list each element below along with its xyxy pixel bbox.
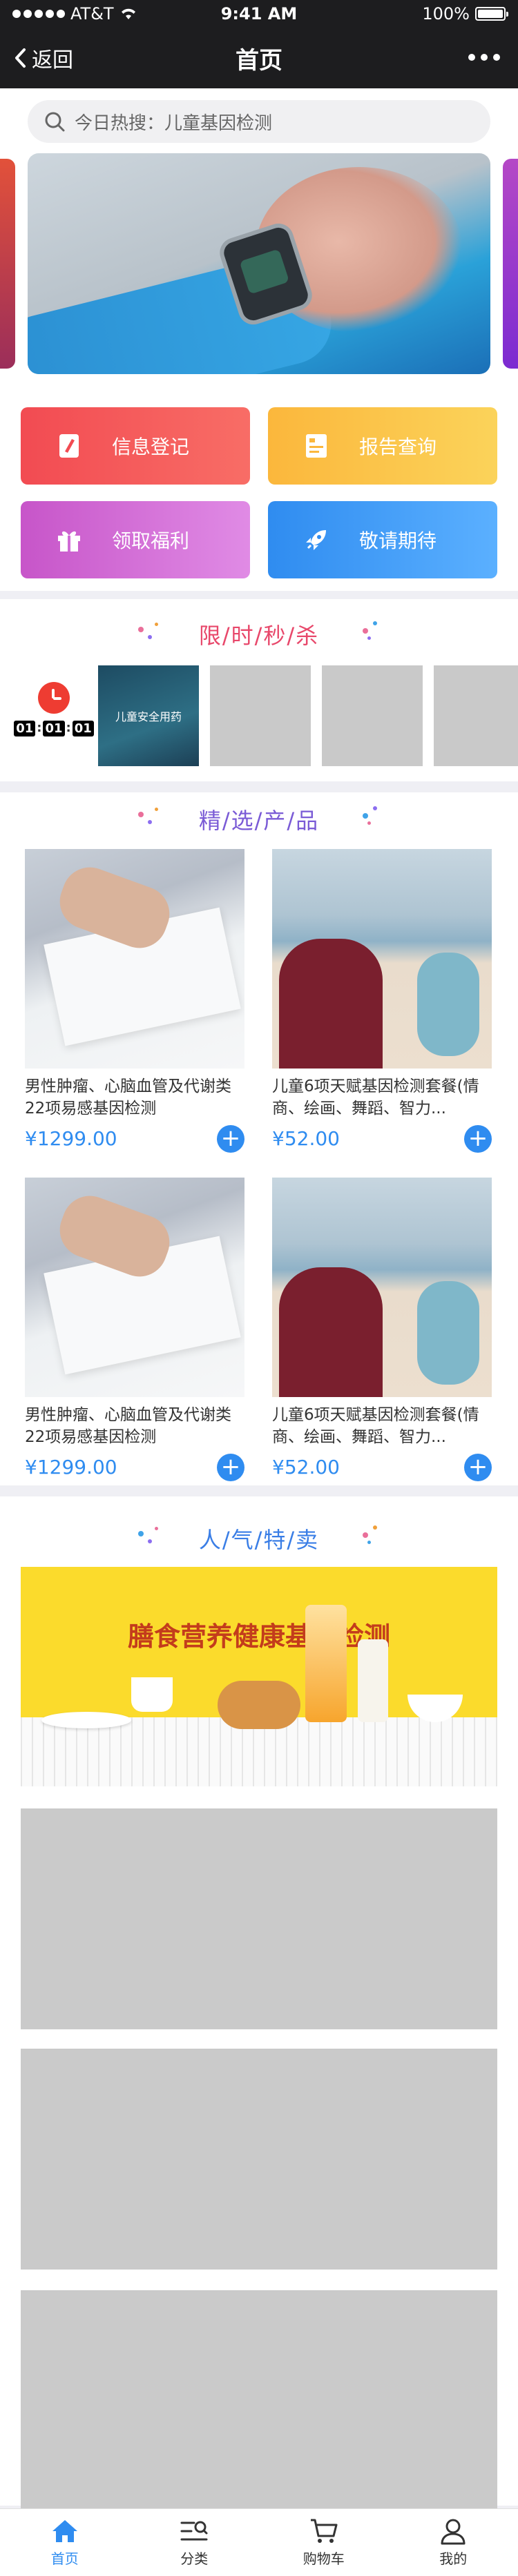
- banner-carousel[interactable]: [0, 153, 518, 374]
- popular-item-placeholder[interactable]: [21, 1808, 497, 2029]
- carrier-label: AT&T: [70, 4, 114, 23]
- search-placeholder: 今日热搜：儿童基因检测: [75, 113, 273, 134]
- banner-prev-peek[interactable]: [0, 159, 15, 369]
- tab-bar: 首页 分类 购物车 我的: [0, 2508, 518, 2576]
- flash-item[interactable]: [434, 665, 518, 766]
- countdown-timer: 01: 01: 01: [14, 682, 94, 736]
- product-card[interactable]: 男性肿瘤、心脑血管及代谢类22项易感基因检测 ¥1299.00 +: [25, 1178, 244, 1483]
- search-icon: [45, 112, 65, 132]
- section-title-featured: 精/选/产/品: [0, 803, 518, 835]
- rocket-icon: [301, 525, 332, 555]
- menu-label: 信息登记: [112, 436, 190, 458]
- popular-banner[interactable]: 膳食营养健康基因检测: [21, 1567, 497, 1786]
- product-price: ¥1299.00: [25, 1127, 117, 1150]
- status-bar: AT&T 9:41 AM 100%: [0, 0, 518, 28]
- menu-report-query[interactable]: 报告查询: [268, 407, 497, 485]
- flash-item[interactable]: 儿童安全用药: [98, 665, 199, 766]
- flash-sale-section: 限/时/秒/杀 01: 01: 01 儿童安全用药: [0, 599, 518, 781]
- menu-coming-soon[interactable]: 敬请期待: [268, 501, 497, 578]
- tab-cart[interactable]: 购物车: [259, 2509, 389, 2576]
- section-title-popular: 人/气/特/卖: [0, 1523, 518, 1554]
- product-price: ¥52.00: [272, 1127, 340, 1150]
- back-label: 返回: [32, 48, 73, 72]
- product-card[interactable]: 儿童6项天赋基因检测套餐(情商、绘画、舞蹈、智力... ¥52.00 +: [272, 849, 492, 1154]
- popular-item-placeholder[interactable]: [21, 2049, 497, 2270]
- navigation-bar: 返回 首页: [0, 28, 518, 88]
- flash-item[interactable]: [322, 665, 423, 766]
- menu-label: 敬请期待: [359, 529, 437, 552]
- featured-products-section: 精/选/产/品 男性肿瘤、心脑血管及代谢类22项易感基因检测 ¥1299.00 …: [0, 792, 518, 1485]
- product-price: ¥1299.00: [25, 1456, 117, 1479]
- page-title: 首页: [236, 46, 282, 75]
- product-name: 儿童6项天赋基因检测套餐(情商、绘画、舞蹈、智力...: [272, 1077, 479, 1118]
- more-button[interactable]: [468, 54, 500, 61]
- product-name: 男性肿瘤、心脑血管及代谢类22项易感基因检测: [25, 1406, 231, 1446]
- product-card[interactable]: 男性肿瘤、心脑血管及代谢类22项易感基因检测 ¥1299.00 +: [25, 849, 244, 1154]
- home-icon: [52, 2520, 77, 2542]
- tab-home[interactable]: 首页: [0, 2509, 130, 2576]
- tab-mine[interactable]: 我的: [389, 2509, 518, 2576]
- product-image[interactable]: [272, 1178, 492, 1397]
- top-bar: AT&T 9:41 AM 100% 返回 首页: [0, 0, 518, 88]
- banner-next-peek[interactable]: [503, 159, 518, 369]
- product-image[interactable]: [272, 849, 492, 1069]
- pen-icon: [54, 431, 84, 461]
- wifi-icon: [121, 8, 135, 19]
- menu-claim-benefits[interactable]: 领取福利: [21, 501, 250, 578]
- popular-banner-text: 膳食营养健康基因检测: [127, 1621, 390, 1652]
- add-to-cart-button[interactable]: +: [217, 1454, 244, 1481]
- product-image[interactable]: [25, 849, 244, 1069]
- flash-item[interactable]: [210, 665, 311, 766]
- signal-icon: [12, 10, 65, 18]
- tab-category[interactable]: 分类: [130, 2509, 260, 2576]
- section-title-flash: 限/时/秒/杀: [0, 618, 518, 650]
- countdown-seconds: 01: [72, 721, 94, 736]
- countdown-minutes: 01: [43, 721, 65, 736]
- add-to-cart-button[interactable]: +: [464, 1125, 492, 1153]
- search-bar[interactable]: 今日热搜：儿童基因检测: [28, 100, 490, 143]
- add-to-cart-button[interactable]: +: [217, 1125, 244, 1153]
- popular-item-placeholder[interactable]: [21, 2290, 497, 2511]
- banner-image-watch[interactable]: [28, 153, 490, 374]
- product-image[interactable]: [25, 1178, 244, 1397]
- product-name: 男性肿瘤、心脑血管及代谢类22项易感基因检测: [25, 1077, 231, 1118]
- popular-sale-section: 人/气/特/卖 膳食营养健康基因检测: [0, 1496, 518, 2511]
- report-icon: [301, 431, 332, 461]
- battery-percent: 100%: [422, 4, 470, 23]
- alarm-clock-icon: [38, 682, 70, 714]
- menu-label: 报告查询: [359, 436, 437, 458]
- chevron-left-icon: [15, 48, 26, 68]
- product-price: ¥52.00: [272, 1456, 340, 1479]
- countdown-hours: 01: [14, 721, 36, 736]
- add-to-cart-button[interactable]: +: [464, 1454, 492, 1481]
- category-icon: [180, 2521, 208, 2541]
- menu-label: 领取福利: [112, 529, 190, 552]
- user-icon: [441, 2519, 466, 2545]
- product-card[interactable]: 儿童6项天赋基因检测套餐(情商、绘画、舞蹈、智力... ¥52.00 +: [272, 1178, 492, 1483]
- gift-icon: [54, 525, 84, 555]
- back-button[interactable]: 返回: [14, 43, 73, 73]
- product-name: 儿童6项天赋基因检测套餐(情商、绘画、舞蹈、智力...: [272, 1406, 479, 1446]
- battery-icon: [475, 7, 508, 21]
- menu-info-register[interactable]: 信息登记: [21, 407, 250, 485]
- cart-icon: [310, 2519, 338, 2543]
